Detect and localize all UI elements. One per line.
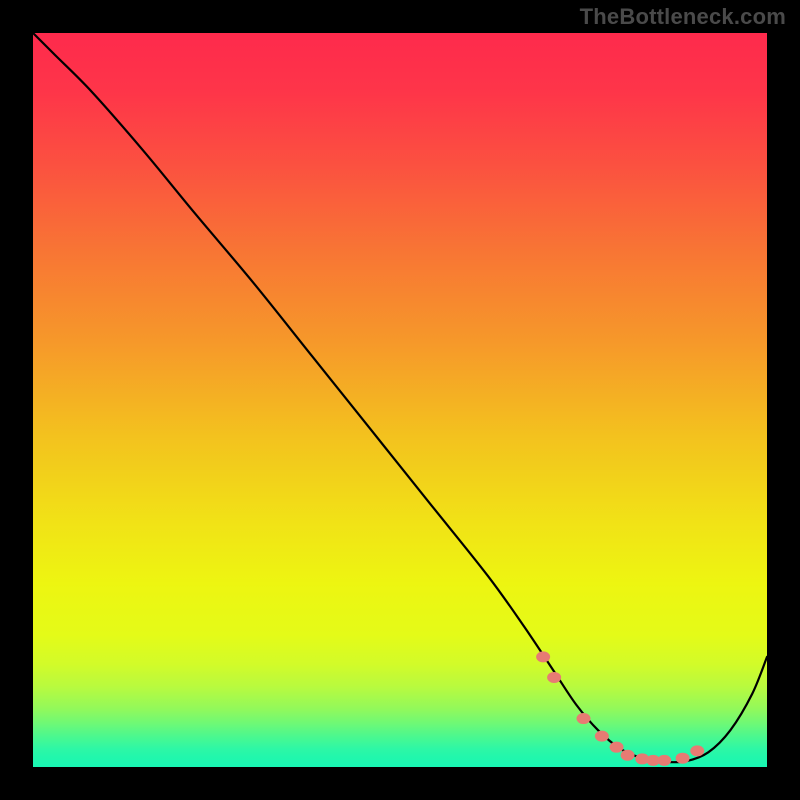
data-marker xyxy=(690,745,704,756)
plot-area xyxy=(33,33,767,767)
data-marker xyxy=(536,651,550,662)
chart-frame: TheBottleneck.com xyxy=(0,0,800,800)
data-marker xyxy=(547,672,561,683)
data-marker xyxy=(657,755,671,766)
data-marker xyxy=(595,731,609,742)
watermark-label: TheBottleneck.com xyxy=(580,4,786,30)
data-marker xyxy=(610,742,624,753)
heatmap-background xyxy=(33,33,767,767)
data-marker xyxy=(577,713,591,724)
chart-svg xyxy=(33,33,767,767)
data-marker xyxy=(621,750,635,761)
data-marker xyxy=(676,753,690,764)
